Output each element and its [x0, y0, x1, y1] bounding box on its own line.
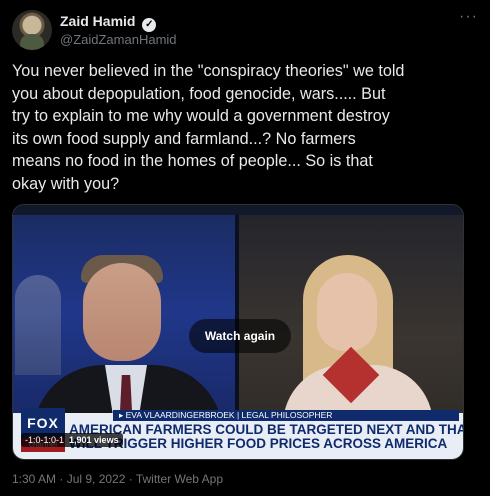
more-options-icon[interactable]: ··· [459, 8, 478, 26]
video-timer-badge: -1:0-1:0-1 1,901 views [21, 433, 123, 447]
author-name-text[interactable]: Zaid Hamid [60, 13, 135, 29]
video-view-count: 1,901 views [69, 435, 119, 445]
verified-badge-icon: ✓ [142, 18, 157, 32]
tweet-text: You never believed in the "conspiracy th… [12, 62, 405, 193]
author-name[interactable]: Zaid Hamid ✓ [60, 13, 157, 32]
tweet-header: Zaid Hamid ✓ @ZaidZamanHamid ··· [12, 8, 478, 50]
avatar[interactable] [12, 10, 52, 50]
watch-again-button[interactable]: Watch again [189, 319, 291, 353]
video-player[interactable]: FOX channel ▸ EVA VLAARDINGERBROEK | LEG… [12, 204, 464, 460]
video-timer: -1:0-1:0-1 [25, 435, 65, 445]
video-overlay[interactable]: Watch again [13, 205, 463, 459]
tweet-timestamp[interactable]: 1:30 AM · Jul 9, 2022 · Twitter Web App [12, 472, 223, 486]
author-handle[interactable]: @ZaidZamanHamid [60, 32, 177, 47]
